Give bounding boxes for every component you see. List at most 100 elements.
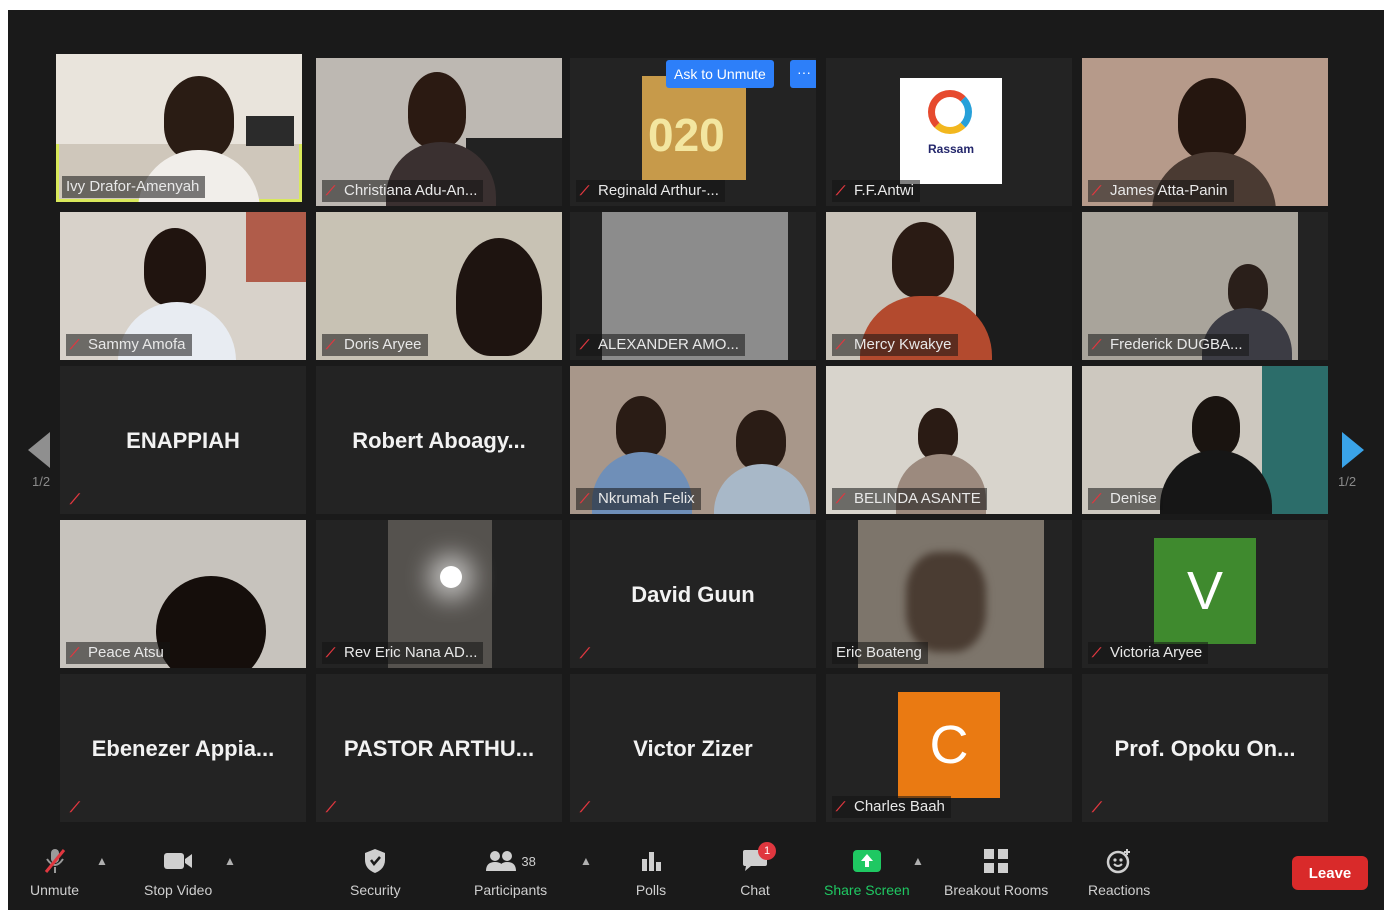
- muted-microphone-icon: ⟋: [326, 799, 336, 815]
- previous-page-icon[interactable]: [28, 432, 50, 468]
- avatar: C: [898, 692, 1000, 798]
- muted-microphone-icon: ⟋: [580, 337, 590, 352]
- muted-microphone-icon: ⟋: [70, 491, 80, 507]
- polls-button[interactable]: Polls: [634, 846, 668, 898]
- participant-display-name: David Guun: [631, 582, 755, 607]
- muted-microphone-icon: ⟋: [1092, 645, 1102, 660]
- video-options-chevron-icon[interactable]: ▲: [224, 854, 236, 868]
- participant-tile[interactable]: ⟋ Denise: [1082, 366, 1328, 514]
- participants-options-chevron-icon[interactable]: ▲: [580, 854, 592, 868]
- muted-microphone-icon: ⟋: [70, 645, 80, 660]
- participant-name-label: ⟋ ALEXANDER AMO...: [576, 334, 745, 356]
- next-page-icon[interactable]: [1342, 432, 1364, 468]
- participant-tile[interactable]: ⟋ Sammy Amofa: [60, 212, 306, 360]
- participant-tile[interactable]: V ⟋ Victoria Aryee: [1082, 520, 1328, 668]
- ask-to-unmute-button[interactable]: Ask to Unmute: [666, 60, 774, 88]
- muted-microphone-icon: ⟋: [1092, 491, 1102, 506]
- participant-tile[interactable]: 020 Ask to Unmute ··· ⟋ Reginald Arthur-.…: [570, 58, 816, 206]
- more-options-button[interactable]: ···: [790, 60, 816, 88]
- participant-display-name: Prof. Opoku On...: [1114, 736, 1296, 761]
- participant-tile[interactable]: Ivy Drafor-Amenyah: [56, 54, 302, 202]
- participant-tile[interactable]: Robert Aboagy...: [316, 366, 562, 514]
- share-options-chevron-icon[interactable]: ▲: [912, 854, 924, 868]
- participant-name-label: ⟋ Rev Eric Nana AD...: [322, 642, 484, 664]
- participant-name-label: ⟋ Charles Baah: [832, 796, 951, 818]
- participant-tile[interactable]: PASTOR ARTHU... ⟋: [316, 674, 562, 822]
- muted-microphone-icon: ⟋: [1092, 799, 1102, 815]
- security-button[interactable]: Security: [350, 846, 401, 898]
- participant-tile[interactable]: David Guun ⟋: [570, 520, 816, 668]
- muted-microphone-icon: ⟋: [580, 645, 590, 661]
- muted-microphone-icon: ⟋: [836, 337, 846, 352]
- participant-tile[interactable]: Ebenezer Appia... ⟋: [60, 674, 306, 822]
- grid-icon: [979, 846, 1013, 876]
- participant-name-label: ⟋ Christiana Adu-An...: [322, 180, 484, 202]
- logo-ring-icon: [928, 90, 972, 134]
- participant-name-label: Ivy Drafor-Amenyah: [62, 176, 206, 198]
- participant-name-label: ⟋ BELINDA ASANTE: [832, 488, 987, 510]
- participant-display-name: ENAPPIAH: [126, 428, 240, 453]
- participant-tile[interactable]: ⟋ Christiana Adu-An...: [316, 58, 562, 206]
- reactions-button[interactable]: Reactions: [1088, 846, 1150, 898]
- participant-name-label: ⟋ Nkrumah Felix: [576, 488, 701, 510]
- participant-tile[interactable]: ⟋ Peace Atsu: [60, 520, 306, 668]
- participant-tile[interactable]: Eric Boateng: [826, 520, 1072, 668]
- participant-name-label: ⟋ Doris Aryee: [322, 334, 428, 356]
- breakout-rooms-button[interactable]: Breakout Rooms: [944, 846, 1048, 898]
- people-icon: [486, 851, 517, 871]
- participant-display-name: Ebenezer Appia...: [91, 736, 275, 761]
- share-screen-button[interactable]: Share Screen: [824, 846, 910, 898]
- participant-name-label: ⟋ James Atta-Panin: [1088, 180, 1234, 202]
- participant-name-label: ⟋ Reginald Arthur-...: [576, 180, 725, 202]
- unmute-button[interactable]: Unmute: [30, 846, 79, 898]
- participant-name-label: ⟋ Victoria Aryee: [1088, 642, 1209, 664]
- meeting-toolbar: Unmute ▲ Stop Video ▲ Security 38 Partic…: [8, 836, 1384, 910]
- participant-name-label: ⟋ Peace Atsu: [66, 642, 170, 664]
- avatar: V: [1154, 538, 1256, 644]
- light-glare: [440, 566, 462, 588]
- participant-tile[interactable]: ⟋ BELINDA ASANTE: [826, 366, 1072, 514]
- muted-microphone-icon: ⟋: [580, 491, 590, 506]
- participant-name-label: ⟋ Sammy Amofa: [66, 334, 192, 356]
- participants-count: 38: [521, 853, 536, 869]
- participant-tile[interactable]: C ⟋ Charles Baah: [826, 674, 1072, 822]
- participant-display-name: PASTOR ARTHU...: [343, 736, 535, 761]
- stop-video-button[interactable]: Stop Video: [144, 846, 212, 898]
- participant-name-label: ⟋ F.F.Antwi: [832, 180, 921, 202]
- muted-microphone-icon: ⟋: [326, 337, 336, 352]
- logo-text: Rassam: [927, 142, 975, 156]
- chat-button[interactable]: 1 Chat: [738, 842, 776, 898]
- page-indicator-left: 1/2: [32, 474, 51, 489]
- participant-name-label: Eric Boateng: [832, 642, 928, 664]
- bar-chart-icon: [634, 846, 668, 876]
- chat-unread-badge: 1: [758, 842, 776, 860]
- chat-bubble-icon: 1: [738, 842, 776, 876]
- muted-microphone-icon: ⟋: [580, 183, 590, 198]
- participant-tile[interactable]: ⟋ Rev Eric Nana AD...: [316, 520, 562, 668]
- participant-tile[interactable]: ⟋ ALEXANDER AMO...: [570, 212, 816, 360]
- participant-name-label: ⟋ Frederick DUGBA...: [1088, 334, 1249, 356]
- muted-microphone-icon: ⟋: [1092, 183, 1102, 198]
- participant-tile[interactable]: ⟋ Frederick DUGBA...: [1082, 212, 1328, 360]
- participants-button[interactable]: 38 Participants: [474, 846, 547, 898]
- shield-icon: [358, 846, 392, 876]
- muted-microphone-icon: ⟋: [70, 799, 80, 815]
- participant-tile[interactable]: ⟋ Nkrumah Felix: [570, 366, 816, 514]
- page-indicator-right: 1/2: [1338, 474, 1357, 489]
- participant-tile[interactable]: Prof. Opoku On... ⟋: [1082, 674, 1328, 822]
- muted-microphone-icon: ⟋: [836, 491, 846, 506]
- participant-tile[interactable]: Victor Zizer ⟋: [570, 674, 816, 822]
- participant-tile[interactable]: ENAPPIAH ⟋: [60, 366, 306, 514]
- share-arrow-icon: [850, 846, 884, 876]
- participant-tile[interactable]: ⟋ Mercy Kwakye: [826, 212, 1072, 360]
- participant-tile[interactable]: ⟋ Doris Aryee: [316, 212, 562, 360]
- muted-microphone-icon: ⟋: [70, 337, 80, 352]
- participant-display-name: Victor Zizer: [633, 736, 753, 761]
- participant-tile[interactable]: Rassam ⟋ F.F.Antwi: [826, 58, 1072, 206]
- muted-microphone-icon: [38, 846, 72, 876]
- muted-microphone-icon: ⟋: [326, 183, 336, 198]
- leave-button[interactable]: Leave: [1292, 856, 1368, 890]
- audio-options-chevron-icon[interactable]: ▲: [96, 854, 108, 868]
- participant-tile[interactable]: ⟋ James Atta-Panin: [1082, 58, 1328, 206]
- video-camera-icon: [161, 846, 195, 876]
